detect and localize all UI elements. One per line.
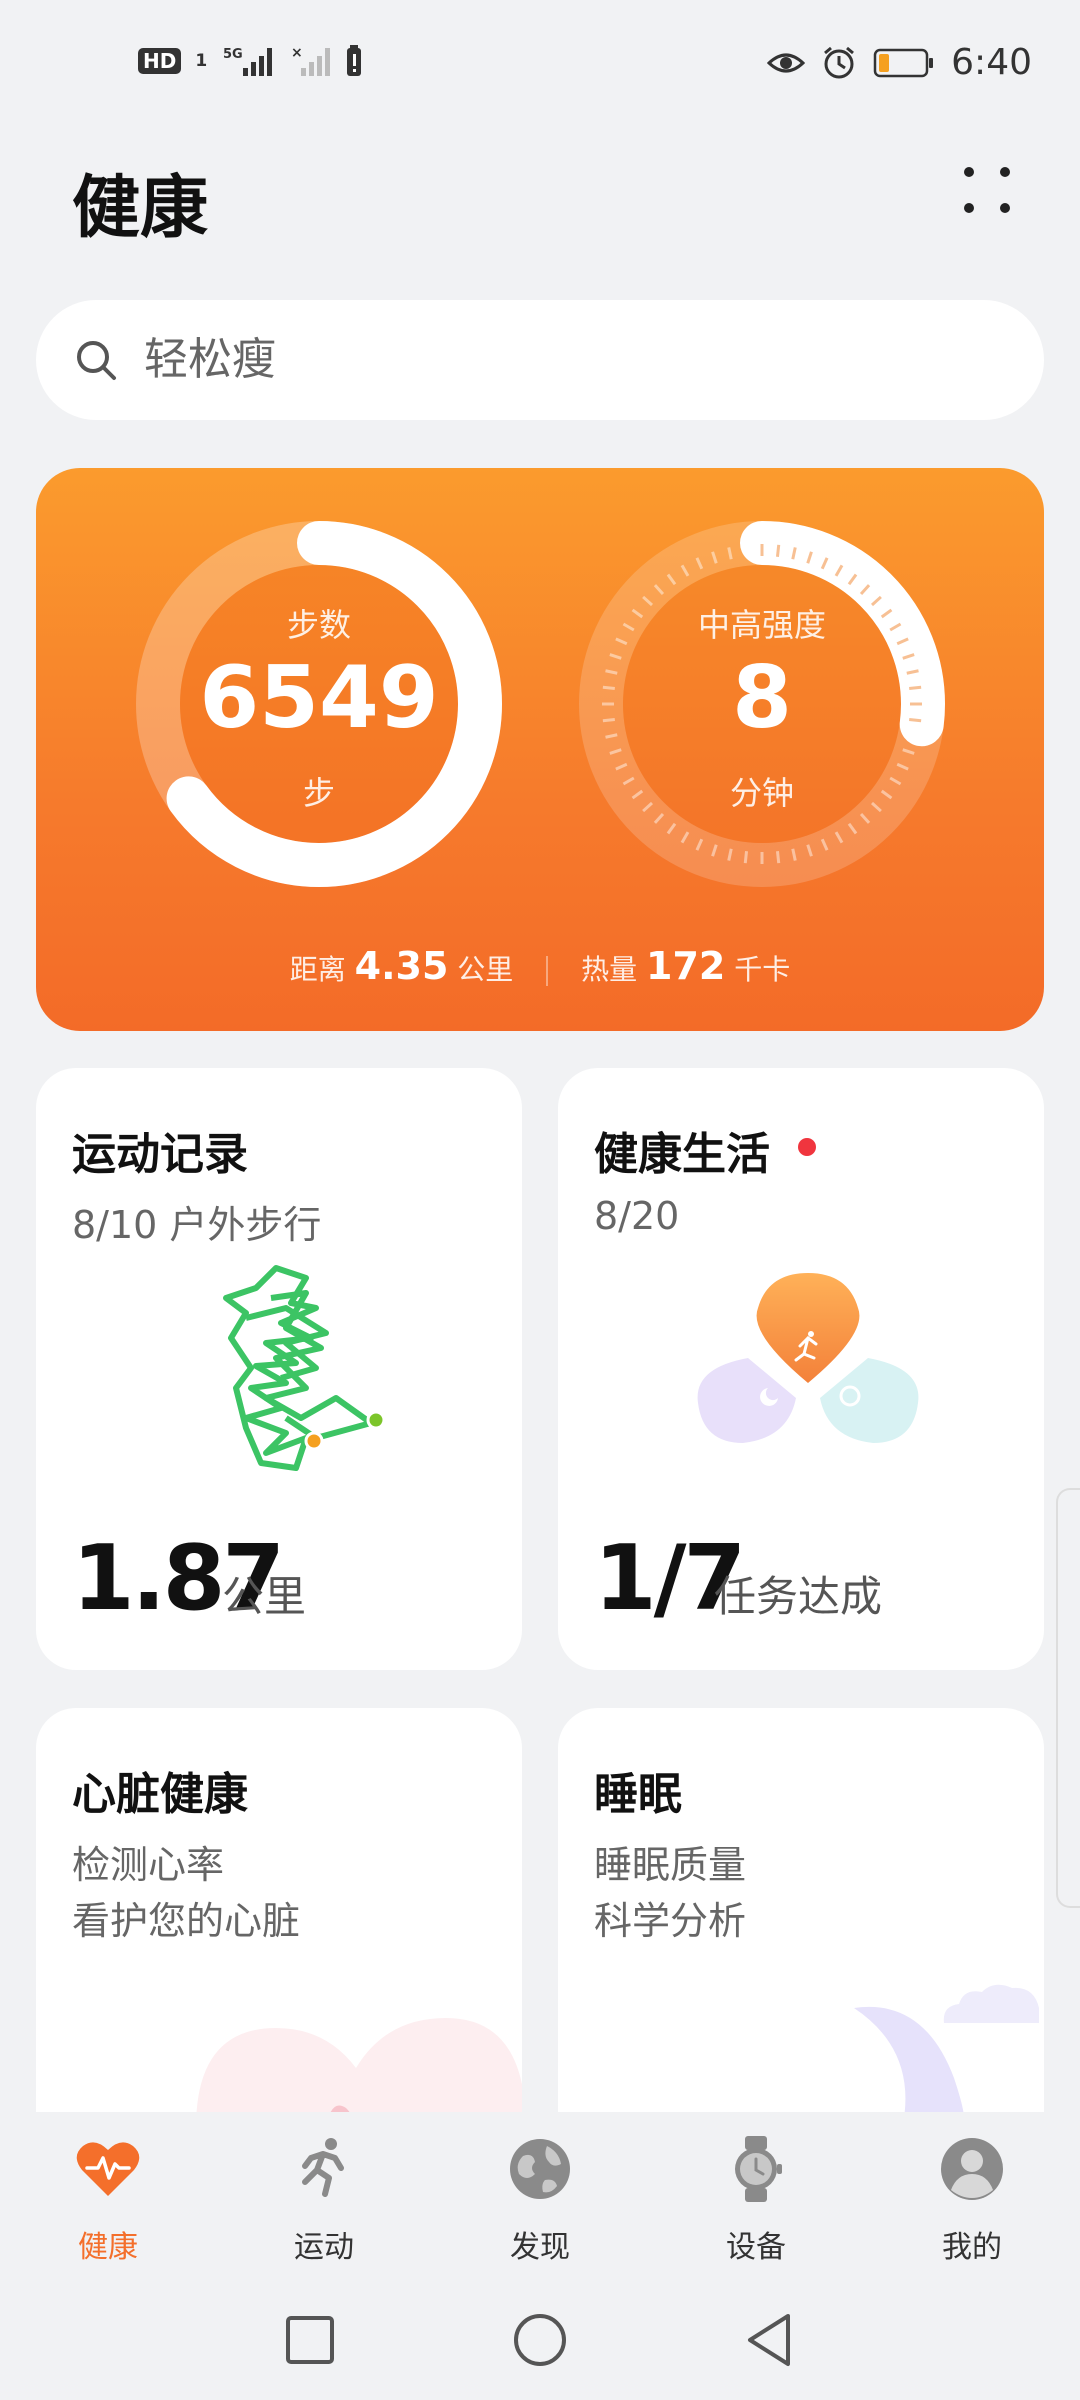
page-title: 健康 (72, 169, 209, 248)
intensity-label: 中高强度 (697, 606, 826, 644)
summary-divider (546, 956, 549, 986)
nav-label-me: 我的 (942, 2230, 1002, 2265)
distance-label: 距离 (289, 953, 346, 986)
healthy-living-card[interactable]: 健康生活 8/20 1/7 任务达成 (558, 1068, 1044, 1670)
battery-icon (873, 48, 934, 77)
sleep-line2: 科学分析 (594, 1899, 747, 1943)
alert-battery-icon (347, 45, 362, 76)
eye-comfort-icon (767, 53, 806, 72)
system-navigation-bar (0, 2292, 1080, 2400)
healthy-living-subtitle: 8/20 (594, 1194, 680, 1238)
distance-unit: 公里 (457, 953, 514, 986)
heart-pulse-icon (76, 2142, 140, 2196)
moon-cloud-icon (854, 1984, 1039, 2112)
globe-icon (510, 2139, 570, 2199)
intensity-value: 8 (732, 648, 792, 748)
steps-label: 步数 (286, 606, 351, 644)
status-left: HD 1 5G × (138, 44, 365, 78)
nav-tab-health[interactable]: 健康 (0, 2112, 216, 2292)
bottom-navigation: 健康 运动 发现 设备 我的 (0, 2112, 1080, 2292)
alarm-icon (824, 46, 855, 78)
nav-label-health: 健康 (78, 2230, 138, 2265)
steps-unit: 步 (302, 774, 335, 812)
svg-text:×: × (291, 45, 303, 61)
recents-square-icon[interactable] (278, 2308, 342, 2372)
intensity-tick (775, 544, 781, 557)
nav-tab-exercise[interactable]: 运动 (216, 2112, 432, 2292)
healthy-living-title: 健康生活 (594, 1129, 770, 1180)
health-clover-icon (697, 1273, 919, 1443)
workout-record-title: 运动记录 (72, 1129, 248, 1180)
nav-label-discover: 发现 (510, 2230, 570, 2265)
status-right: 6:40 (767, 42, 1032, 83)
calories-unit: 千卡 (734, 953, 791, 986)
steps-value: 6549 (199, 648, 439, 748)
back-triangle-icon[interactable] (738, 2308, 802, 2372)
signal-5g-icon: 5G (223, 47, 273, 76)
nav-tab-discover[interactable]: 发现 (432, 2112, 648, 2292)
tasks-completed-label: 任务达成 (714, 1572, 883, 1621)
profile-icon (941, 2138, 1003, 2200)
activity-summary-card[interactable]: 步数 6549 步 中高强度 8 分钟 距离 4.35 公里 热量 172 千卡 (36, 468, 1044, 1031)
running-icon (302, 2138, 344, 2197)
heart-health-line1: 检测心率 (72, 1843, 225, 1887)
intensity-tick (743, 851, 749, 864)
distance-value: 4.35 (354, 944, 449, 988)
calories-label: 热量 (581, 953, 638, 986)
workout-distance-unit: 公里 (222, 1572, 307, 1621)
sim-slot-label: 1 (195, 51, 208, 71)
nav-label-exercise: 运动 (294, 2230, 354, 2265)
workout-record-card[interactable]: 运动记录 8/10 户外步行 1.87 公里 (36, 1068, 522, 1670)
heart-health-title: 心脏健康 (72, 1769, 248, 1820)
search-bar[interactable]: 轻松瘦 (36, 300, 1044, 420)
search-placeholder: 轻松瘦 (144, 334, 276, 385)
nav-tab-devices[interactable]: 设备 (648, 2112, 864, 2292)
status-bar: HD 1 5G × 6:40 (0, 0, 1080, 130)
heart-health-card[interactable]: 心脏健康 检测心率 看护您的心脏 (36, 1708, 522, 2112)
activity-summary-line: 距离 4.35 公里 热量 172 千卡 (36, 944, 1044, 988)
network-type-label: 5G (223, 47, 243, 62)
more-options-button[interactable] (942, 150, 1032, 240)
nav-tab-me[interactable]: 我的 (864, 2112, 1080, 2292)
clock: 6:40 (951, 42, 1032, 83)
workout-record-subtitle: 8/10 户外步行 (72, 1203, 322, 1247)
calories-value: 172 (646, 944, 726, 988)
search-icon (77, 341, 116, 380)
sleep-line1: 睡眠质量 (594, 1843, 747, 1887)
side-edge-handle[interactable] (1056, 1488, 1080, 1908)
intensity-unit: 分钟 (729, 774, 794, 812)
heart-health-line2: 看护您的心脏 (72, 1899, 301, 1943)
nav-label-devices: 设备 (726, 2230, 786, 2265)
heart-illustration-icon (196, 2018, 522, 2112)
hd-icon: HD (138, 48, 182, 74)
sleep-title: 睡眠 (594, 1769, 682, 1820)
grid-dots-icon (964, 167, 1010, 213)
notification-dot (798, 1138, 816, 1156)
sleep-card[interactable]: 睡眠 睡眠质量 科学分析 (558, 1708, 1044, 2112)
watch-icon (735, 2136, 782, 2202)
home-circle-icon[interactable] (508, 2308, 572, 2372)
signal-no-sim-icon: × (291, 45, 331, 76)
route-map-icon (223, 1265, 386, 1471)
intensity-tick (775, 851, 781, 864)
